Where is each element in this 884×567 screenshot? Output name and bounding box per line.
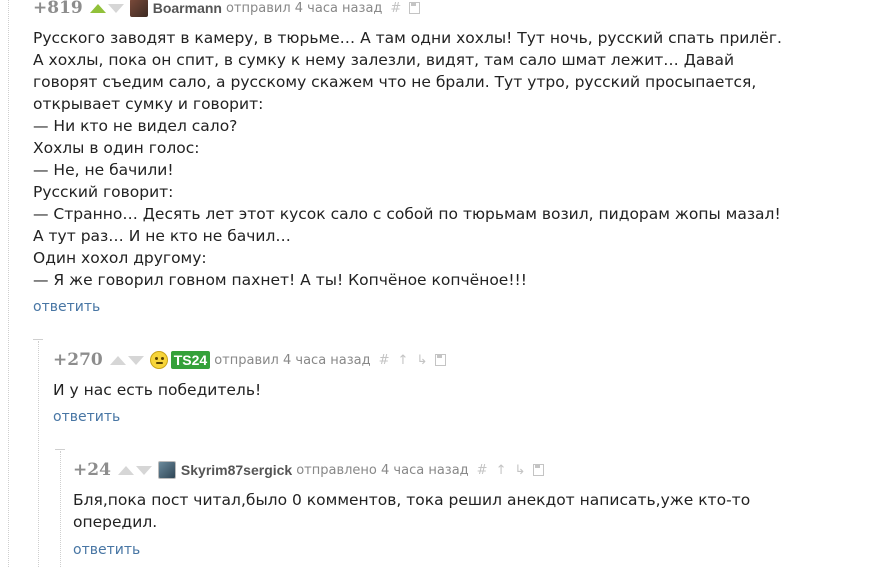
rating-value: +24 [73, 460, 111, 480]
parent-arrow-icon[interactable]: ↑ [496, 463, 507, 478]
branch-icon[interactable]: ↳ [514, 463, 525, 478]
downvote-icon[interactable] [107, 3, 124, 13]
comment-header: +270 TS24 отправил 4 часа назад # ↑ ↳ [53, 350, 447, 370]
post-time: отправил 4 часа назад [214, 352, 371, 368]
comment-header: +819 Boarmann отправил 4 часа назад # [33, 0, 421, 18]
save-icon[interactable] [435, 354, 447, 366]
downvote-icon[interactable] [127, 355, 144, 365]
reply-link[interactable]: ответить [53, 409, 120, 425]
comment-text: Русского заводят в камеру, в тюрьме… А т… [33, 29, 782, 289]
thread-line-level-0 [8, 0, 9, 567]
rating-value: +819 [33, 0, 83, 18]
downvote-icon[interactable] [135, 465, 152, 475]
reply-link[interactable]: ответить [33, 299, 100, 315]
reply-link[interactable]: ответить [73, 542, 140, 558]
avatar[interactable] [157, 461, 176, 479]
upvote-icon[interactable] [109, 355, 126, 365]
post-time: отправлено 4 часа назад [296, 462, 469, 478]
thread-line-level-1 [38, 341, 39, 567]
thread-line-level-2 [60, 451, 61, 567]
upvote-icon[interactable] [89, 3, 106, 13]
save-icon[interactable] [533, 464, 545, 476]
post-time: отправил 4 часа назад [225, 0, 383, 16]
hash-link-icon[interactable]: # [390, 1, 401, 16]
comment-text: Бля,пока пост читал,было 0 комментов, то… [73, 491, 751, 531]
rating-value: +270 [53, 350, 103, 370]
comment-text: И у нас есть победитель! [53, 381, 262, 399]
branch-icon[interactable]: ↳ [416, 353, 427, 368]
avatar[interactable] [149, 351, 168, 369]
username-link[interactable]: TS24 [170, 351, 211, 369]
hash-link-icon[interactable]: # [477, 463, 488, 478]
username-link[interactable]: Skyrim87sergick [181, 462, 292, 478]
upvote-icon[interactable] [117, 465, 134, 475]
username-link[interactable]: Boarmann [153, 0, 222, 16]
avatar[interactable] [129, 0, 148, 17]
parent-arrow-icon[interactable]: ↑ [398, 353, 409, 368]
comment-header: +24 Skyrim87sergick отправлено 4 часа на… [73, 460, 545, 480]
save-icon[interactable] [409, 2, 421, 14]
hash-link-icon[interactable]: # [379, 353, 390, 368]
